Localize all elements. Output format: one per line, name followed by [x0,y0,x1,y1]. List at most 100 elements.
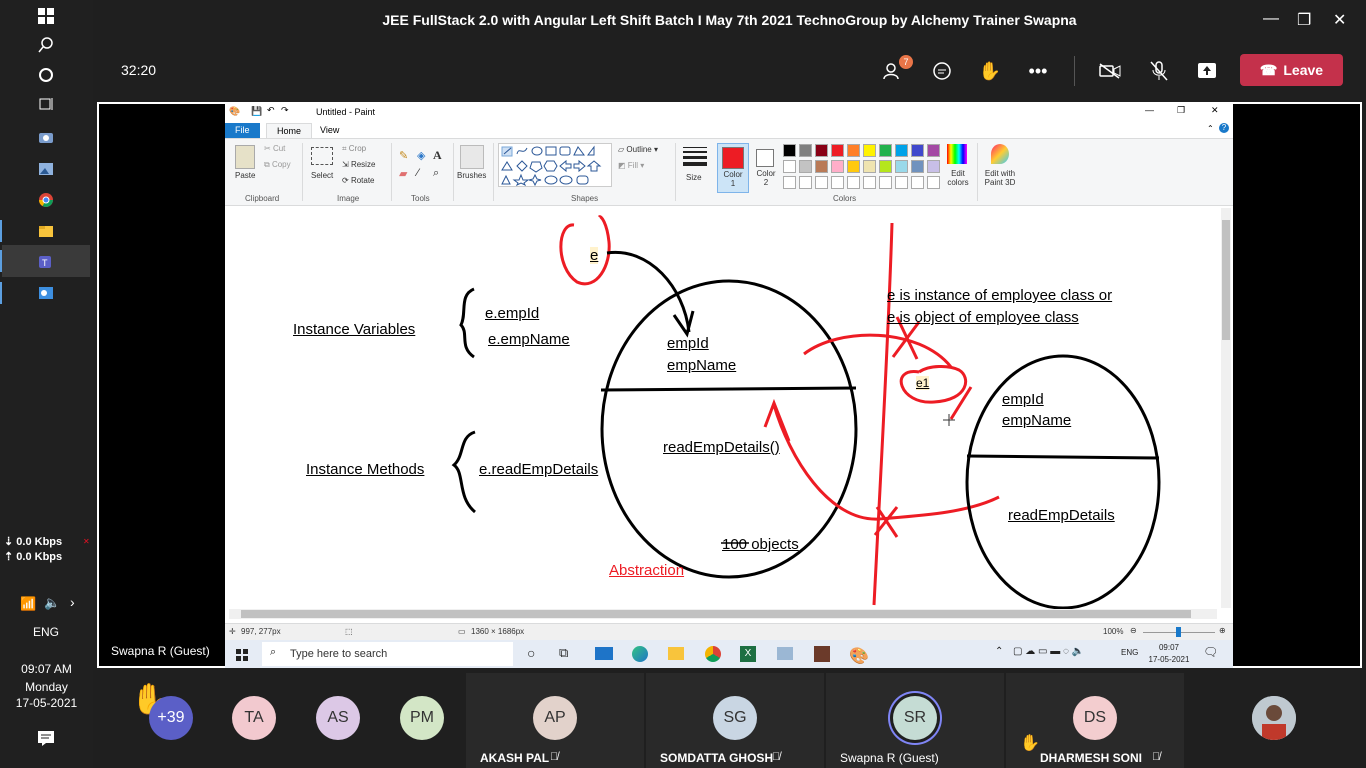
select-icon[interactable] [311,147,333,165]
file-explorer-icon[interactable] [668,647,684,660]
help-icon[interactable]: ? [1219,123,1229,133]
color-swatch-empty[interactable] [879,176,892,189]
color-swatch[interactable] [911,160,924,173]
resize-button[interactable]: ⇲ Resize [342,160,375,169]
reactions-icon[interactable]: ✋ [977,58,1003,84]
color-swatch-empty[interactable] [895,176,908,189]
avatar[interactable]: TA [232,696,276,740]
color-swatch-empty[interactable] [831,176,844,189]
file-explorer-icon[interactable] [35,220,57,242]
color-swatch[interactable] [847,160,860,173]
photos-icon[interactable] [35,158,57,180]
color-swatch-empty[interactable] [927,176,940,189]
color-swatch-empty[interactable] [911,176,924,189]
color-swatch[interactable] [927,160,940,173]
vertical-scrollbar[interactable] [1221,208,1231,608]
paint-minimize-icon[interactable]: — [1145,105,1154,115]
zoom-in-icon[interactable]: ⊕ [1219,626,1226,635]
scroll-thumb[interactable] [1222,220,1230,340]
size-button[interactable]: Size [686,173,702,182]
participant-tile[interactable]: SG SOMDATTA GHOSH 🎙̸ [646,673,824,768]
outlook-icon[interactable] [35,282,57,304]
color-swatch[interactable] [815,144,828,157]
camera-icon[interactable] [35,126,57,148]
task-view-icon[interactable] [35,93,57,115]
color-swatch[interactable] [863,160,876,173]
close-window-icon[interactable]: ✕ [1333,10,1346,30]
leave-button[interactable]: ☎ Leave [1240,54,1343,86]
outline-dropdown[interactable]: ▱ Outline ▾ [618,145,658,154]
action-center-icon[interactable]: 🗨 [1203,645,1218,659]
taskbar-lang[interactable]: ENG [1121,648,1138,657]
fill-dropdown[interactable]: ◩ Fill ▾ [618,161,644,170]
task-view-icon[interactable]: ⧉ [559,645,568,661]
tab-file[interactable]: File [225,123,260,138]
taskbar-time[interactable]: 09:07 [1147,643,1191,652]
color-swatch[interactable] [895,144,908,157]
edit-colors-icon[interactable] [947,144,967,164]
overflow-participants[interactable]: +39 [149,696,193,740]
language-indicator[interactable]: ENG [33,625,59,639]
color-swatch[interactable] [815,160,828,173]
color-swatch[interactable] [895,160,908,173]
minimize-icon[interactable]: — [1263,10,1279,28]
cortana-icon[interactable] [35,64,57,86]
teams-icon[interactable]: T [35,251,57,273]
tray-icons[interactable]: ▢ ☁ ▭ ▬ ◌ 🔈 [1013,646,1084,657]
color-swatch-empty[interactable] [799,176,812,189]
horizontal-scrollbar[interactable] [229,609,1217,619]
chrome-icon[interactable] [35,189,57,211]
tray-chevron-icon[interactable]: ⌃ [995,646,1003,657]
windows-logo-icon[interactable] [35,5,57,27]
color2-selector[interactable]: Color 2 [751,143,781,191]
shapes-gallery[interactable] [498,143,612,187]
excel-icon[interactable]: X [740,646,756,662]
magnifier-icon[interactable]: ⌕ [433,167,439,180]
color-swatch[interactable] [879,160,892,173]
paste-icon[interactable] [235,145,255,169]
mic-off-icon[interactable] [1146,58,1172,84]
share-screen-icon[interactable] [1194,58,1220,84]
chat-icon[interactable] [929,58,955,84]
scroll-thumb[interactable] [241,610,1191,618]
mail-icon[interactable] [595,647,613,660]
cut-button[interactable]: ✂ Cut [264,144,285,153]
save-icon[interactable]: 💾 [251,106,262,117]
edit-paint3d-button[interactable]: Edit with Paint 3D [982,169,1018,187]
close-icon[interactable]: ✕ [83,537,90,546]
ribbon-collapse-icon[interactable]: ⌃ [1207,124,1214,133]
pencil-icon[interactable]: ✎ [399,149,408,162]
taskbar-search-box[interactable]: ⌕ Type here to search [262,642,513,666]
color-swatch[interactable] [847,144,860,157]
participant-tile[interactable]: DS ✋ DHARMESH SONI 🎙̸ [1006,673,1184,768]
tab-view[interactable]: View [310,123,349,138]
chrome-icon[interactable] [705,646,721,662]
more-options-icon[interactable]: ••• [1025,58,1051,84]
color-swatch[interactable] [863,144,876,157]
zoom-slider-thumb[interactable] [1176,627,1181,637]
color-swatch[interactable] [799,160,812,173]
paint-taskbar-icon[interactable]: 🎨 [849,646,869,665]
avatar[interactable]: PM [400,696,444,740]
tab-home[interactable]: Home [266,123,313,139]
zoom-level[interactable]: 100% [1103,627,1123,636]
wifi-icon[interactable]: 📶 [20,596,36,612]
color-picker-icon[interactable]: ⁄ [417,167,419,179]
color1-selector[interactable]: Color 1 [717,143,749,193]
paste-button[interactable]: Paste [235,171,255,180]
edge-icon[interactable] [632,646,648,662]
color-swatch[interactable] [879,144,892,157]
color-swatch-empty[interactable] [815,176,828,189]
rotate-button[interactable]: ⟳ Rotate [342,176,375,185]
maximize-icon[interactable]: ❐ [1297,10,1311,30]
paint-maximize-icon[interactable]: ❐ [1177,105,1185,116]
paint-canvas[interactable]: e Instance Variables e.empId e.empName I… [229,207,1219,609]
color-swatch[interactable] [927,144,940,157]
chevron-right-icon[interactable]: › [70,594,75,610]
color-swatch[interactable] [783,144,796,157]
volume-icon[interactable]: 🔈 [44,595,60,611]
participant-tile[interactable]: AP AKASH PAL 🎙̸ [466,673,644,768]
paint3d-icon[interactable] [991,144,1009,164]
brushes-icon[interactable] [460,145,484,169]
undo-icon[interactable]: ↶ [267,105,275,116]
